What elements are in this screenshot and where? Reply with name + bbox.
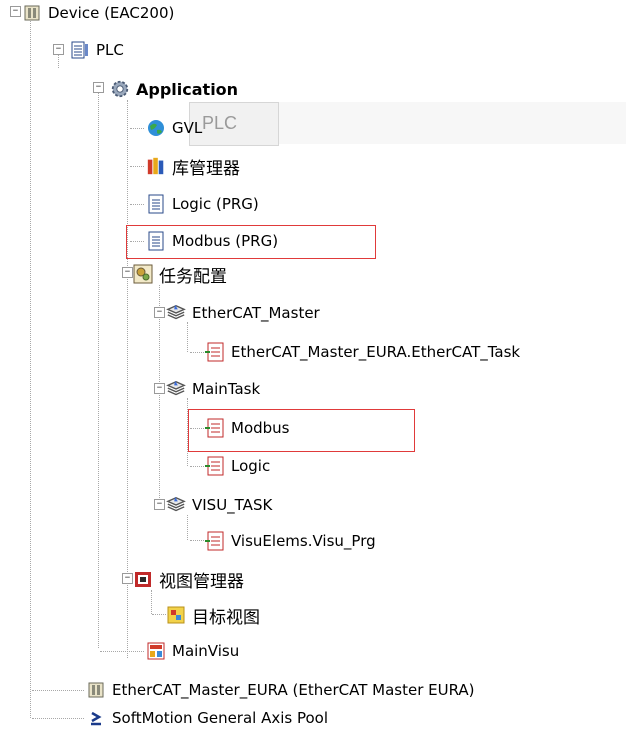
- target-view-icon: [166, 605, 186, 625]
- task-stack-icon: [166, 303, 186, 323]
- tree-item-view-manager[interactable]: 视图管理器: [133, 566, 244, 592]
- tree-item-label: EtherCAT_Master_EURA (EtherCAT Master EU…: [112, 681, 475, 699]
- tree-line: [32, 690, 84, 691]
- tree-line: [98, 82, 99, 648]
- tree-item-ethercat-master-task[interactable]: EtherCAT_Master: [166, 300, 320, 326]
- tree-item-label: Logic (PRG): [172, 195, 259, 213]
- tree-item-label: Modbus: [231, 419, 290, 437]
- view-manager-icon: [133, 569, 153, 589]
- tree-item-plc[interactable]: PLC: [70, 37, 124, 63]
- globe-icon: [146, 118, 166, 138]
- tree-item-visu-prg[interactable]: VisuElems.Visu_Prg: [205, 528, 376, 554]
- program-call-icon: [205, 456, 225, 476]
- program-call-icon: [205, 342, 225, 362]
- plc-icon: [70, 40, 90, 60]
- tree-line: [190, 466, 204, 467]
- tree-item-label: 视图管理器: [159, 571, 244, 592]
- tree-line: [159, 285, 160, 506]
- tree-item-label: SoftMotion General Axis Pool: [112, 709, 329, 727]
- tree-item-maintask[interactable]: MainTask: [166, 376, 260, 402]
- tree-line: [130, 204, 144, 205]
- tree-item-label: VISU_TASK: [192, 496, 273, 514]
- tree-item-label: PLC: [96, 41, 124, 59]
- tree-item-label: Logic: [231, 457, 271, 475]
- collapse-toggle[interactable]: −: [154, 383, 165, 394]
- tree-line: [100, 651, 144, 652]
- collapse-toggle[interactable]: −: [10, 6, 21, 17]
- tree-item-label: Modbus (PRG): [172, 232, 279, 250]
- task-configuration-icon: [133, 264, 153, 284]
- tree-line: [151, 590, 152, 614]
- tree-item-library-manager[interactable]: 库管理器: [146, 153, 240, 179]
- tree-item-task-configuration[interactable]: 任务配置: [133, 261, 227, 287]
- program-document-icon: [146, 231, 166, 251]
- tree-item-target-view[interactable]: 目标视图: [166, 602, 260, 628]
- tree-item-label: VisuElems.Visu_Prg: [231, 532, 376, 550]
- device-icon: [86, 680, 106, 700]
- tree-item-modbus-prg[interactable]: Modbus (PRG): [146, 228, 278, 254]
- program-call-icon: [205, 418, 225, 438]
- collapse-toggle[interactable]: −: [122, 267, 133, 278]
- tree-item-mainvisu[interactable]: MainVisu: [146, 638, 239, 664]
- tooltip-text: PLC: [202, 113, 238, 133]
- tree-item-label: Device (EAC200): [48, 4, 175, 22]
- program-document-icon: [146, 194, 166, 214]
- tree-line: [130, 128, 144, 129]
- tree-item-label: MainVisu: [172, 642, 240, 660]
- device-icon: [22, 3, 42, 23]
- program-call-icon: [205, 531, 225, 551]
- collapse-toggle[interactable]: −: [93, 82, 104, 93]
- collapse-toggle[interactable]: −: [53, 44, 64, 55]
- task-stack-icon: [166, 379, 186, 399]
- tree-line: [187, 515, 188, 540]
- tooltip-shadow: [277, 102, 626, 144]
- tree-line: [190, 352, 204, 353]
- tree-item-gvl[interactable]: GVL: [146, 115, 202, 141]
- tree-item-softmotion-axis-pool[interactable]: SoftMotion General Axis Pool: [86, 705, 328, 731]
- tree-item-maintask-modbus[interactable]: Modbus: [205, 415, 289, 441]
- tree-item-maintask-logic[interactable]: Logic: [205, 453, 270, 479]
- tree-line: [187, 322, 188, 352]
- tree-line: [130, 166, 144, 167]
- application-gear-icon: [110, 79, 130, 99]
- tree-item-label: 任务配置: [159, 266, 227, 287]
- tree-item-application[interactable]: Application: [110, 76, 238, 102]
- tree-item-visu-task[interactable]: VISU_TASK: [166, 492, 272, 518]
- collapse-toggle[interactable]: −: [154, 307, 165, 318]
- tree-line: [190, 540, 204, 541]
- tree-line: [30, 6, 31, 718]
- tree-line: [32, 718, 84, 719]
- tooltip: PLC: [189, 102, 279, 146]
- tree-item-label: 库管理器: [172, 158, 240, 179]
- collapse-toggle[interactable]: −: [122, 573, 133, 584]
- tree-item-label: Application: [136, 79, 239, 99]
- tree-item-label: MainTask: [192, 380, 261, 398]
- visualization-icon: [146, 641, 166, 661]
- tree-item-ethercat-master-eura[interactable]: EtherCAT_Master_EURA (EtherCAT Master EU…: [86, 677, 475, 703]
- tree-item-label: 目标视图: [192, 607, 260, 628]
- task-stack-icon: [166, 495, 186, 515]
- tree-item-logic-prg[interactable]: Logic (PRG): [146, 191, 259, 217]
- books-icon: [146, 156, 166, 176]
- tree-item-label: EtherCAT_Master: [192, 304, 320, 322]
- tree-item-ethercat-task[interactable]: EtherCAT_Master_EURA.EtherCAT_Task: [205, 339, 520, 365]
- tree-item-label: GVL: [172, 119, 203, 137]
- axis-icon: [86, 708, 106, 728]
- tree-item-device[interactable]: Device (EAC200): [22, 0, 174, 26]
- tree-line: [152, 614, 166, 615]
- tree-item-label: EtherCAT_Master_EURA.EtherCAT_Task: [231, 343, 521, 361]
- collapse-toggle[interactable]: −: [154, 499, 165, 510]
